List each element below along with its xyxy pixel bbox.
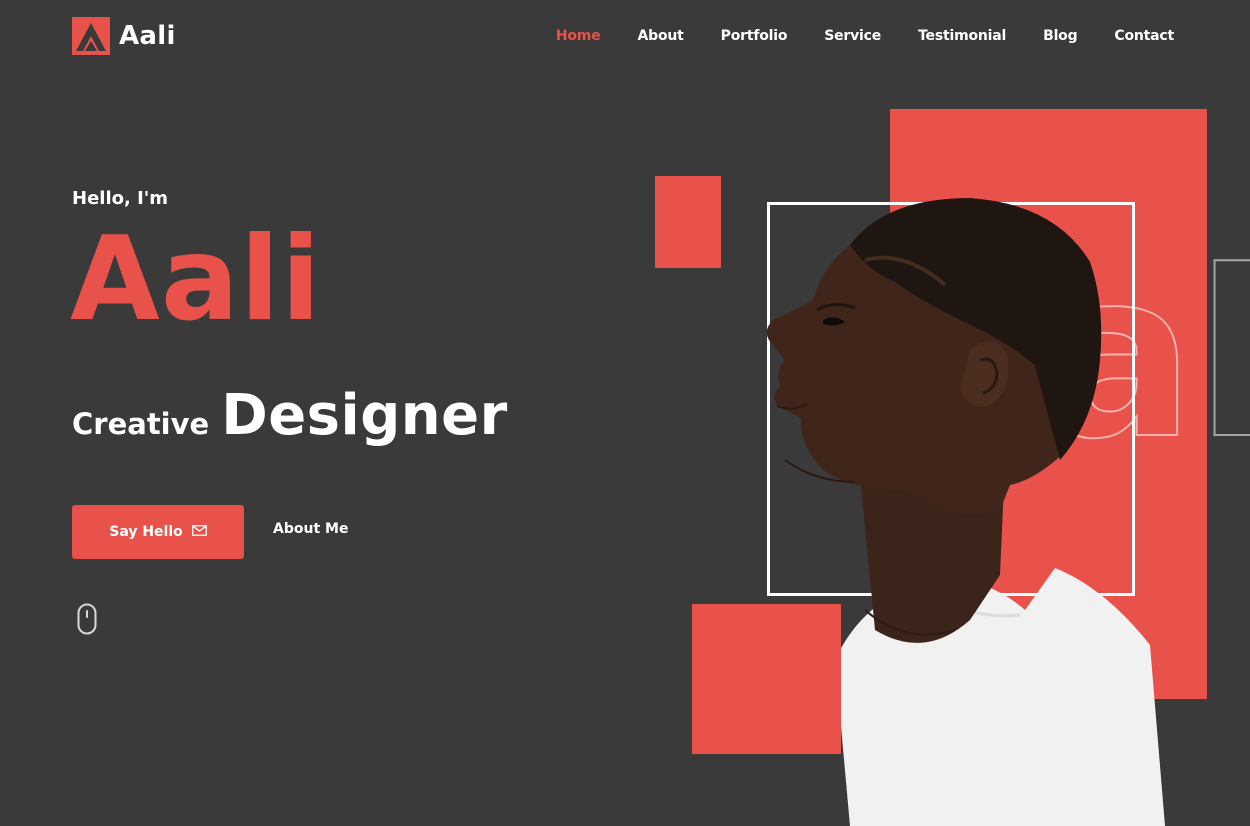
site-logo[interactable]: Aali	[72, 17, 176, 55]
hero-greeting: Hello, I'm	[72, 188, 169, 209]
say-hello-label: Say Hello	[109, 524, 183, 540]
about-me-link[interactable]: About Me	[273, 521, 348, 537]
logo-text: Aali	[119, 21, 176, 51]
accent-block-small-bottom	[692, 604, 841, 754]
main-nav: Home About Portfolio Service Testimonial…	[556, 28, 1174, 44]
hero-role: Creative Designer	[72, 383, 508, 448]
mouse-icon[interactable]	[77, 603, 97, 639]
nav-service[interactable]: Service	[824, 28, 881, 44]
role-prefix: Creative	[72, 407, 210, 441]
nav-testimonial[interactable]: Testimonial	[918, 28, 1006, 44]
nav-contact[interactable]: Contact	[1114, 28, 1174, 44]
page: Aali Home About Portfolio Service Testim…	[0, 0, 1250, 826]
logo-mark-icon	[72, 17, 110, 55]
nav-blog[interactable]: Blog	[1043, 28, 1078, 44]
accent-block-small-top	[655, 176, 721, 268]
hero-name: Aali	[70, 212, 322, 347]
role-main: Designer	[221, 383, 508, 448]
envelope-icon	[191, 524, 207, 540]
say-hello-button[interactable]: Say Hello	[72, 505, 244, 559]
nav-home[interactable]: Home	[556, 28, 601, 44]
nav-about[interactable]: About	[638, 28, 684, 44]
nav-portfolio[interactable]: Portfolio	[721, 28, 788, 44]
